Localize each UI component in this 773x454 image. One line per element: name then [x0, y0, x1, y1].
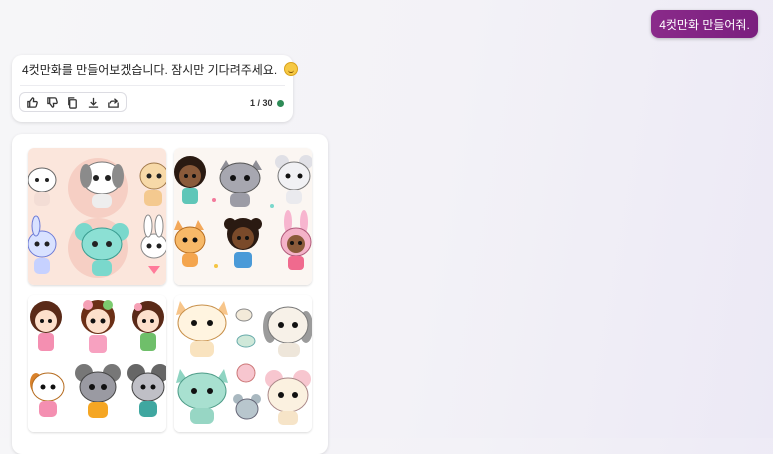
generated-image-3[interactable]: [28, 295, 166, 432]
bot-message-text: 4컷만화를 만들어보겠습니다. 잠시만 기다려주세요.: [22, 63, 278, 77]
cartoon-cat-dog-mice-image: [174, 295, 312, 432]
thumbs-up-icon: [26, 96, 38, 108]
thumbs-up-button[interactable]: [23, 93, 41, 111]
user-message-bubble: 4컷만화 만들어줘.: [651, 10, 758, 38]
response-counter: 1 / 30: [250, 98, 273, 108]
thumbs-down-button[interactable]: [44, 93, 62, 111]
cartoon-girls-animals-image: [174, 148, 312, 285]
bot-message-card: 4컷만화를 만들어보겠습니다. 잠시만 기다려주세요. 1 / 30: [12, 55, 298, 122]
user-message-text: 4컷만화 만들어줘.: [659, 17, 750, 32]
bot-message: 4컷만화를 만들어보겠습니다. 잠시만 기다려주세요.: [22, 61, 298, 78]
thumbs-down-icon: [47, 96, 58, 108]
copy-button[interactable]: [64, 93, 82, 111]
share-button[interactable]: [105, 93, 123, 111]
generated-images-card: [12, 134, 328, 454]
cartoon-girls-mice-image: [28, 295, 166, 432]
copy-icon: [68, 96, 78, 109]
share-icon: [108, 97, 120, 108]
status-dot: [277, 100, 284, 107]
download-icon: [88, 97, 99, 108]
generated-image-2[interactable]: [174, 148, 312, 285]
message-actions: [19, 92, 127, 112]
generated-image-4[interactable]: [174, 295, 312, 432]
download-button[interactable]: [84, 93, 102, 111]
smiling-face-icon: [283, 62, 298, 76]
generated-image-1[interactable]: [28, 148, 166, 285]
divider: [20, 85, 285, 86]
cartoon-animals-image: [28, 148, 166, 285]
